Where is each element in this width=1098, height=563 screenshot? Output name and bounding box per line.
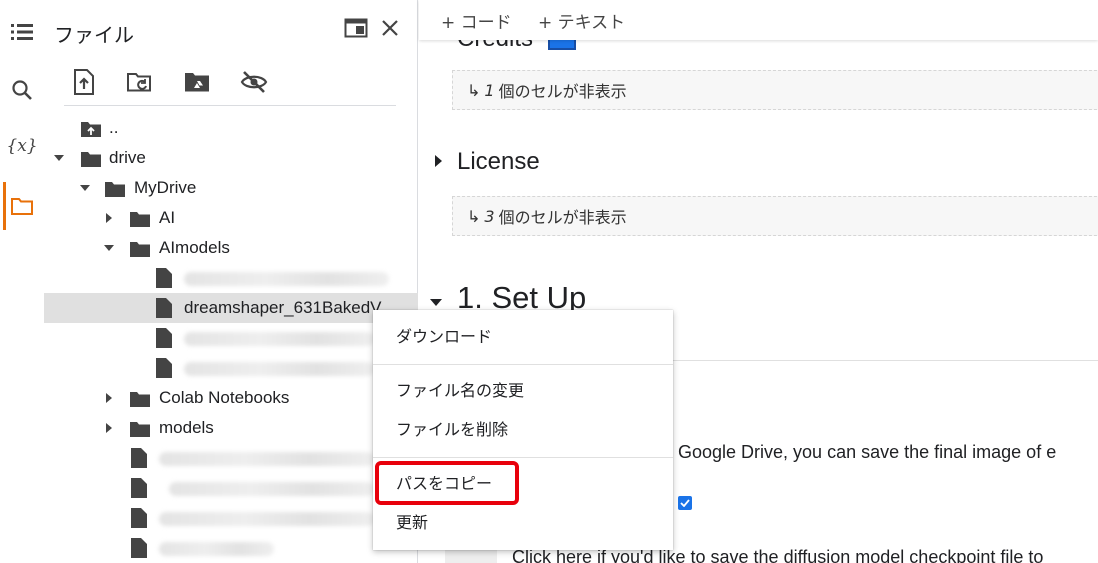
tree-row-file[interactable] — [44, 323, 418, 353]
activity-rail: {x} — [0, 0, 44, 563]
file-icon — [156, 358, 172, 383]
close-icon[interactable] — [376, 14, 404, 42]
folder-icon — [80, 150, 102, 173]
hide-files-icon[interactable] — [238, 66, 270, 98]
file-icon — [131, 538, 147, 563]
caret-down-icon[interactable] — [102, 241, 116, 255]
caret-right-icon[interactable] — [102, 421, 116, 435]
caret-right-icon[interactable] — [434, 154, 443, 173]
hidden-count: 3 — [484, 206, 495, 226]
tree-row-aimodels[interactable]: AImodels — [44, 233, 418, 263]
variables-glyph: {x} — [6, 136, 38, 156]
folder-icon — [104, 180, 126, 203]
menu-item-download[interactable]: ダウンロード — [373, 316, 673, 354]
folder-up-icon — [80, 120, 102, 143]
tree-row-drive[interactable]: drive — [44, 143, 418, 173]
add-code-button[interactable]: + コード — [441, 8, 512, 33]
search-icon[interactable] — [0, 70, 44, 110]
tree-label: AImodels — [159, 238, 230, 257]
tree-label: models — [159, 418, 214, 437]
checkbox-icon — [547, 40, 576, 50]
blurred-filename — [184, 332, 374, 346]
file-icon — [131, 478, 147, 503]
open-in-tab-icon[interactable] — [342, 14, 370, 42]
highlight-box — [375, 461, 519, 505]
file-icon — [131, 508, 147, 533]
checkbox[interactable] — [678, 496, 692, 510]
folder-icon — [129, 420, 151, 443]
file-icon — [156, 268, 172, 293]
hidden-cells-notice[interactable]: ↳ 1 個のセルが非表示 — [452, 70, 1098, 110]
tree-row-file[interactable] — [44, 503, 418, 533]
file-icon — [131, 448, 147, 473]
tree-row-parent[interactable]: .. — [44, 113, 418, 143]
arrow-glyph: ↳ — [467, 80, 481, 100]
tree-row-ai[interactable]: AI — [44, 203, 418, 233]
credits-heading: Credits — [457, 40, 576, 53]
tree-row-file[interactable] — [44, 443, 418, 473]
tree-label: Colab Notebooks — [159, 388, 290, 407]
license-heading: License — [457, 148, 540, 175]
caret-down-icon[interactable] — [78, 181, 92, 195]
refresh-folder-icon[interactable] — [124, 66, 156, 98]
files-toolbar — [64, 62, 396, 106]
hidden-text: 個のセルが非表示 — [498, 208, 627, 227]
tree-row-file[interactable] — [44, 353, 418, 383]
blurred-filename — [159, 542, 274, 556]
file-icon — [156, 298, 172, 323]
folder-icon — [129, 210, 151, 233]
caret-down-icon[interactable] — [52, 151, 66, 165]
tree-row-mydrive[interactable]: MyDrive — [44, 173, 418, 203]
tree-row-file-selected[interactable]: dreamshaper_631BakedV — [44, 293, 418, 323]
tree-row-models[interactable]: models — [44, 413, 418, 443]
toc-icon[interactable] — [0, 12, 44, 52]
file-icon — [156, 328, 172, 353]
menu-divider — [373, 457, 673, 458]
upload-icon[interactable] — [68, 66, 100, 98]
tree-label: dreamshaper_631BakedV — [184, 298, 382, 317]
folder-icon — [129, 240, 151, 263]
variables-icon[interactable]: {x} — [0, 126, 44, 166]
hidden-cells-notice[interactable]: ↳ 3 個のセルが非表示 — [452, 196, 1098, 236]
hidden-text: 個のセルが非表示 — [498, 82, 627, 101]
tree-label: AI — [159, 208, 176, 227]
folder-icon — [129, 390, 151, 413]
tree-row-file[interactable] — [44, 473, 418, 503]
add-text-button[interactable]: + テキスト — [538, 8, 625, 33]
blurred-filename — [159, 452, 374, 466]
notebook-toolbar: + コード + テキスト — [419, 0, 1098, 40]
credits-heading-text: Credits — [457, 40, 533, 52]
context-menu: ダウンロード ファイル名の変更 ファイルを削除 パスをコピー 更新 — [373, 310, 673, 550]
menu-divider — [373, 364, 673, 365]
arrow-glyph: ↳ — [467, 206, 481, 226]
folder-icon[interactable] — [0, 186, 44, 226]
blurred-filename — [159, 512, 374, 526]
tree-row-file[interactable] — [44, 533, 418, 563]
hidden-count: 1 — [484, 80, 495, 100]
tree-label: MyDrive — [134, 178, 197, 197]
menu-item-rename[interactable]: ファイル名の変更 — [373, 370, 673, 408]
drive-description: r Google Drive, you can save the final i… — [667, 442, 1057, 462]
tree-label: .. — [109, 118, 119, 137]
menu-item-refresh[interactable]: 更新 — [373, 502, 673, 540]
files-panel: ファイル .. drive MyDrive AI AImodels dreams… — [44, 0, 418, 563]
tree-row-colab-notebooks[interactable]: Colab Notebooks — [44, 383, 418, 413]
blurred-filename — [184, 272, 389, 286]
blurred-filename — [169, 482, 374, 496]
blurred-filename — [184, 362, 374, 376]
tree-row-file[interactable] — [44, 263, 418, 293]
menu-item-delete[interactable]: ファイルを削除 — [373, 409, 673, 447]
caret-right-icon[interactable] — [102, 211, 116, 225]
tree-label: drive — [109, 148, 146, 167]
drive-icon[interactable] — [181, 66, 213, 98]
panel-title: ファイル — [54, 23, 134, 47]
caret-right-icon[interactable] — [102, 391, 116, 405]
